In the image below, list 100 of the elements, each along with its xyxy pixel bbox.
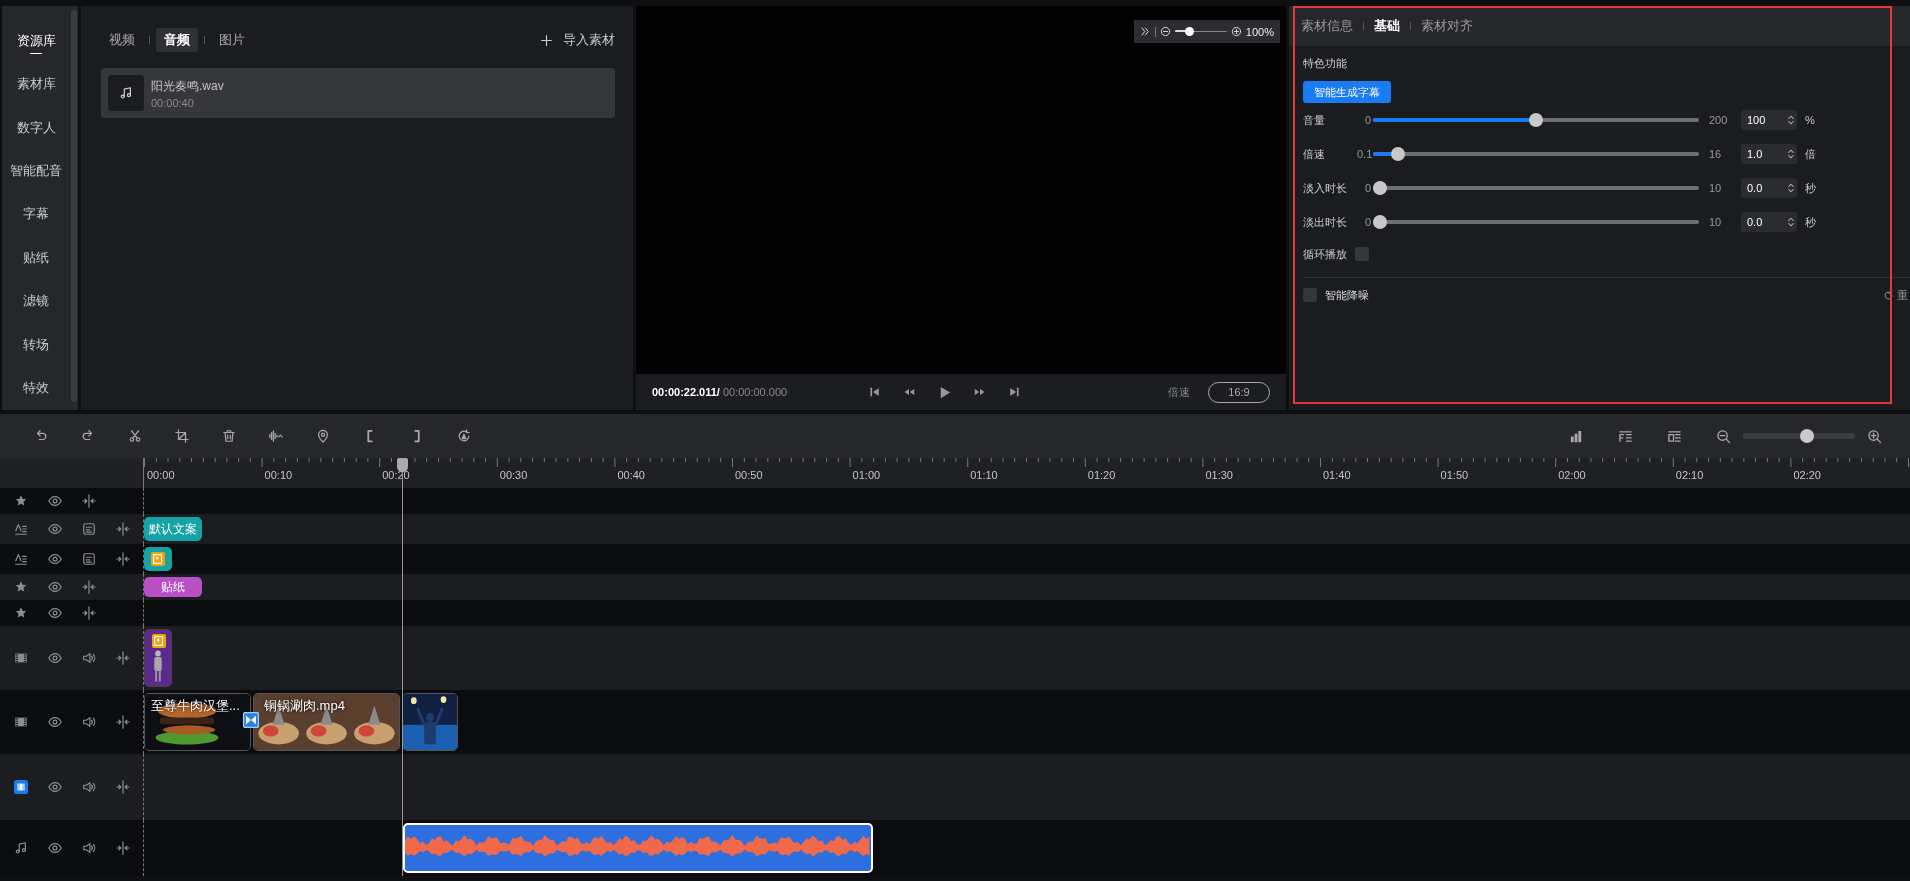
slider-track[interactable] [1174,26,1227,37]
sidebar-item[interactable]: 特效 [2,366,70,410]
media-card[interactable]: 阳光奏鸣.wav 00:00:40 [101,68,615,118]
reset-button[interactable]: 重 [1883,287,1910,303]
fast-forward-icon[interactable] [974,386,987,398]
eye-icon[interactable] [48,552,62,566]
checkbox[interactable] [1355,247,1369,261]
split-icon[interactable] [116,841,130,855]
split-icon[interactable] [116,780,130,794]
speaker-icon[interactable] [82,841,96,855]
speed-label[interactable]: 倍速 [1168,384,1190,400]
slider-track[interactable] [1373,181,1699,195]
slider-thumb[interactable] [1529,113,1543,127]
waveform-icon[interactable] [269,429,283,443]
zoom-in-icon[interactable] [1867,428,1882,444]
eye-icon[interactable] [48,715,62,729]
sidebar-item[interactable]: 素材库 [2,62,70,106]
collapse-icon[interactable] [1139,26,1151,37]
sticker-icon[interactable] [14,606,28,620]
library-tab[interactable]: 视频 [101,28,143,52]
text-track-icon[interactable] [14,522,28,536]
number-field[interactable]: 1.0 [1741,144,1785,164]
speaker-icon[interactable] [82,780,96,794]
avatar-clip[interactable] [144,629,172,687]
music-icon[interactable] [14,841,28,855]
pin-icon[interactable] [316,429,330,443]
eye-icon[interactable] [48,580,62,594]
subtitle-clip[interactable] [144,547,172,571]
zoom-in-icon[interactable] [1230,26,1242,37]
redo-icon[interactable] [81,429,95,443]
sidebar-item[interactable]: 滤镜 [2,279,70,324]
slider-thumb[interactable] [1799,429,1814,443]
sidebar-item[interactable]: 贴纸 [2,236,70,280]
slider-thumb[interactable] [1185,26,1195,36]
auto-icon[interactable] [457,429,471,443]
crop-icon[interactable] [175,429,189,443]
checkbox[interactable] [1303,288,1317,302]
skip-start-icon[interactable] [869,386,882,398]
slider-track[interactable] [1743,429,1855,443]
eye-icon[interactable] [48,606,62,620]
eye-icon[interactable] [48,780,62,794]
scissors-icon[interactable] [128,429,142,443]
import-button[interactable]: 导入素材 [540,29,615,51]
trash-icon[interactable] [222,429,236,443]
split-icon[interactable] [116,715,130,729]
skip-end-icon[interactable] [1008,386,1021,398]
film-icon[interactable] [14,651,28,665]
sidebar-item[interactable]: 转场 [2,323,70,367]
stepper-icon[interactable] [1785,144,1797,164]
split-icon[interactable] [116,552,130,566]
eye-icon[interactable] [48,494,62,508]
sticker-icon[interactable] [14,580,28,594]
speaker-icon[interactable] [82,651,96,665]
sticker-icon[interactable] [14,494,28,508]
split-icon[interactable] [116,651,130,665]
sidebar-item[interactable]: 智能配音 [2,149,70,193]
slider-track[interactable] [1373,113,1699,127]
stepper-icon[interactable] [1785,178,1797,198]
number-field[interactable]: 100 [1741,110,1785,130]
zoom-out-icon[interactable] [1159,26,1171,37]
document-icon[interactable] [82,522,96,536]
eye-icon[interactable] [48,651,62,665]
split-icon[interactable] [82,606,96,620]
stepper-icon[interactable] [1785,212,1797,232]
sidebar-item[interactable]: 资源库 [2,19,70,63]
undo-icon[interactable] [34,429,48,443]
split-icon[interactable] [82,580,96,594]
zoom-out-icon[interactable] [1716,428,1731,444]
split-icon[interactable] [116,522,130,536]
eye-icon[interactable] [48,841,62,855]
slider-track[interactable] [1373,215,1699,229]
list-icon[interactable] [1667,428,1682,444]
slider-thumb[interactable] [1390,147,1405,161]
slider-thumb[interactable] [1373,181,1387,195]
library-tab[interactable]: 图片 [211,28,253,52]
sidebar-item[interactable]: 字幕 [2,192,70,237]
film-icon[interactable] [14,780,28,794]
slider-thumb[interactable] [1373,215,1387,229]
video-clip[interactable]: 铜锅涮肉.mp4 [253,693,400,751]
transition-icon[interactable] [243,712,259,728]
split-icon[interactable] [82,494,96,508]
bar-chart-icon[interactable] [1569,428,1584,444]
text-track-icon[interactable] [14,552,28,566]
rewind-icon[interactable] [903,386,916,398]
scrollbar[interactable] [71,10,77,402]
number-field[interactable]: 0.0 [1741,178,1785,198]
sticker-clip[interactable]: 贴纸 [144,577,202,597]
sidebar-item[interactable]: 数字人 [2,105,70,150]
stepper-icon[interactable] [1785,110,1797,130]
list-icon[interactable] [1618,428,1633,444]
video-clip[interactable] [402,693,458,751]
library-tab[interactable]: 音频 [156,28,198,52]
document-icon[interactable] [82,552,96,566]
film-icon[interactable] [14,715,28,729]
property-tab[interactable]: 基础 [1374,17,1400,35]
number-field[interactable]: 0.0 [1741,212,1785,232]
property-tab[interactable]: 素材对齐 [1421,17,1473,35]
property-tab[interactable]: 素材信息 [1301,17,1353,35]
generate-subtitles-button[interactable]: 智能生成字幕 [1303,81,1391,103]
speaker-icon[interactable] [82,715,96,729]
